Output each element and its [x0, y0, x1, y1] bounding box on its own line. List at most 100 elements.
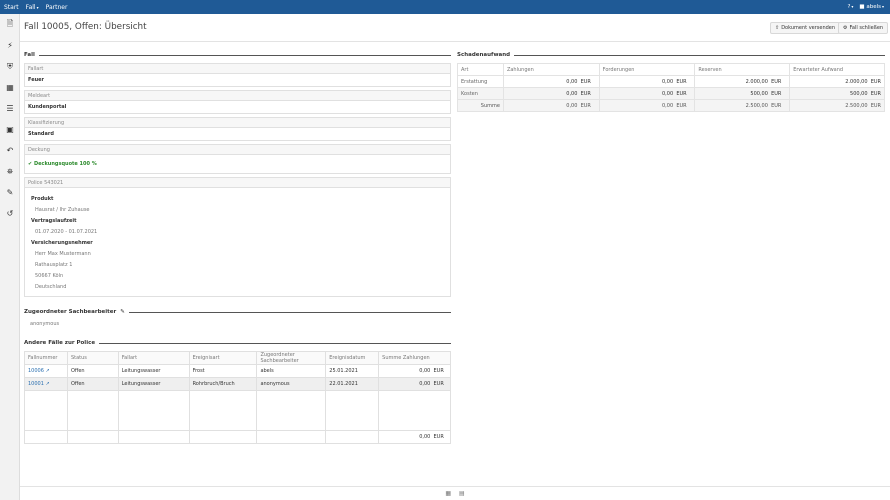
pencil-icon[interactable]: ✎ — [120, 309, 125, 315]
erwartet-cell: 500,00 EUR — [789, 87, 885, 100]
help-icon: ? — [847, 4, 851, 10]
deckung-text: Deckungsquote 100 % — [33, 161, 97, 167]
sachbearbeiter-cell: anonymous — [256, 377, 327, 391]
reserven-value: 500,00 — [750, 90, 768, 97]
close-case-button[interactable]: ⚙ Fall schließen — [838, 22, 889, 34]
currency: EUR — [771, 102, 782, 109]
deckung-field: Deckung ✔ Deckungsquote 100 % — [24, 144, 451, 174]
col-fallart[interactable]: Fallart — [117, 351, 190, 365]
andere-faelle-table: Fallnummer Status Fallart Ereignisart Zu… — [24, 351, 451, 444]
history-icon[interactable]: ↺ — [0, 203, 20, 224]
nav-fall-label: Fall — [25, 3, 36, 11]
shield-icon[interactable]: ⛨ — [0, 56, 20, 77]
total-cell: 0,00 EUR — [378, 430, 451, 444]
sachbearbeiter-section-title: Zugeordneter Sachbearbeiter ✎ — [24, 309, 451, 315]
col-status[interactable]: Status — [66, 351, 119, 365]
fallnummer-cell: 10001 ↗ — [24, 377, 68, 391]
bolt-icon[interactable]: ⚡ — [0, 35, 20, 56]
status-cell: Offen — [66, 377, 119, 391]
klassifizierung-label: Klassifizierung — [25, 118, 450, 128]
list-icon[interactable]: ☰ — [0, 98, 20, 119]
police-label: Police 543021 — [25, 178, 450, 188]
table-row: Kosten 0,00 EUR 0,00 EUR 500,00 EUR 500,… — [457, 87, 885, 100]
col-reserven: Reserven — [694, 63, 791, 76]
send-document-button[interactable]: ⇧ Dokument versenden — [770, 22, 841, 34]
nav-partner[interactable]: Partner — [46, 4, 68, 11]
vn-country: Deutschland — [35, 284, 67, 290]
forderungen-cell: 0,00 EUR — [598, 75, 696, 88]
col-zahlungen: Zahlungen — [502, 63, 600, 76]
erwartet-cell: 2.000,00 EUR — [789, 75, 885, 88]
document-icon[interactable]: 🗎 — [0, 14, 20, 35]
art-cell: Erstattung — [457, 75, 504, 88]
deckung-value: ✔ Deckungsquote 100 % — [25, 155, 450, 173]
fall-section-title: Fall — [24, 52, 451, 58]
forderungen-cell: 0,00 EUR — [598, 99, 696, 112]
reply-icon[interactable]: ↶ — [0, 140, 20, 161]
calendar-icon[interactable]: ▤ — [459, 490, 465, 497]
erwartet-value: 2.000,00 — [845, 78, 868, 85]
currency: EUR — [870, 90, 881, 97]
fallart-value: Feuer — [28, 77, 45, 83]
sachbearbeiter-cell: abels — [256, 364, 327, 378]
schadenaufwand-section-title: Schadenaufwand — [457, 52, 885, 58]
vertragslaufzeit-label: Vertragslaufzeit — [31, 218, 77, 224]
fallart-field: Fallart Feuer — [24, 63, 451, 87]
vn-city: 50667 Köln — [35, 273, 64, 279]
fallart-cell: Leitungswasser — [117, 364, 190, 378]
user-name: abels — [866, 4, 881, 10]
external-link-icon: ↗ — [45, 381, 50, 387]
col-ereignisdatum[interactable]: Ereignisdatum — [325, 351, 380, 365]
fallnummer-text: 10006 — [28, 368, 44, 374]
schadenaufwand-table: Art Zahlungen Forderungen Reserven Erwar… — [457, 63, 885, 112]
help-menu[interactable]: ?▾ — [847, 4, 853, 10]
col-forderungen: Forderungen — [598, 63, 696, 76]
zahlungen-cell: 0,00 EUR — [502, 99, 600, 112]
fallnummer-link[interactable]: 10001 ↗ — [28, 381, 50, 387]
reserven-value: 2.500,00 — [745, 102, 768, 109]
summe-row: Summe 0,00 EUR 0,00 EUR 2.500,00 EUR 2.5… — [457, 99, 885, 112]
table-header-row: Fallnummer Status Fallart Ereignisart Zu… — [24, 351, 451, 365]
ereignisdatum-cell: 25.01.2021 — [325, 364, 380, 378]
calculator-icon[interactable]: ▦ — [445, 490, 451, 497]
divider — [38, 54, 451, 56]
currency: EUR — [433, 381, 444, 387]
send-document-label: Dokument versenden — [781, 25, 836, 31]
col-fallnummer[interactable]: Fallnummer — [24, 351, 68, 365]
zahlungen-value: 0,00 — [566, 78, 578, 85]
reserven-cell: 500,00 EUR — [694, 87, 791, 100]
art-cell: Kosten — [457, 87, 504, 100]
gift-icon[interactable]: ▦ — [0, 77, 20, 98]
col-sachbearbeiter[interactable]: Zugeordneter Sachbearbeiter — [256, 351, 327, 365]
nav-fall[interactable]: Fall▾ — [26, 4, 39, 11]
produkt-value: Hausrat / Ihr Zuhause — [35, 207, 90, 213]
reserven-cell: 2.000,00 EUR — [694, 75, 791, 88]
table-row[interactable]: 10006 ↗ Offen Leitungswasser Frost abels… — [24, 364, 451, 378]
currency: EUR — [580, 90, 591, 97]
andere-faelle-title: Andere Fälle zur Police — [24, 340, 96, 346]
edit-icon[interactable]: ✎ — [0, 182, 20, 203]
nav-start[interactable]: Start — [4, 4, 19, 11]
schadenaufwand-title: Schadenaufwand — [457, 52, 511, 58]
currency: EUR — [676, 78, 687, 85]
erwartet-value: 500,00 — [850, 90, 868, 97]
page-header: Fall 10005, Offen: Übersicht ⇧ Dokument v… — [20, 14, 890, 42]
fallnummer-text: 10001 — [28, 381, 44, 387]
summe-cell: 0,00 EUR — [378, 377, 451, 391]
col-summe-zahlungen[interactable]: Summe Zahlungen — [378, 351, 451, 365]
col-ereignisart[interactable]: Ereignisart — [188, 351, 258, 365]
forderungen-cell: 0,00 EUR — [598, 87, 696, 100]
meldeart-value: Kundenportal — [28, 104, 67, 110]
user-menu[interactable]: ■ abels▾ — [859, 4, 884, 10]
bank-icon[interactable]: ⛯ — [0, 161, 20, 182]
zahlungen-cell: 0,00 EUR — [502, 87, 600, 100]
forderungen-value: 0,00 — [662, 90, 674, 97]
table-row[interactable]: 10001 ↗ Offen Leitungswasser Rohrbruch/B… — [24, 377, 451, 391]
vn-street: Rathausplatz 1 — [35, 262, 73, 268]
currency: EUR — [870, 78, 881, 85]
forderungen-value: 0,00 — [662, 102, 674, 109]
police-details: Produkt Hausrat / Ihr Zuhause Vertragsla… — [31, 194, 97, 293]
fallnummer-link[interactable]: 10006 ↗ — [28, 368, 50, 374]
check-circle-icon: ✔ — [28, 161, 33, 167]
card-icon[interactable]: ▣ — [0, 119, 20, 140]
